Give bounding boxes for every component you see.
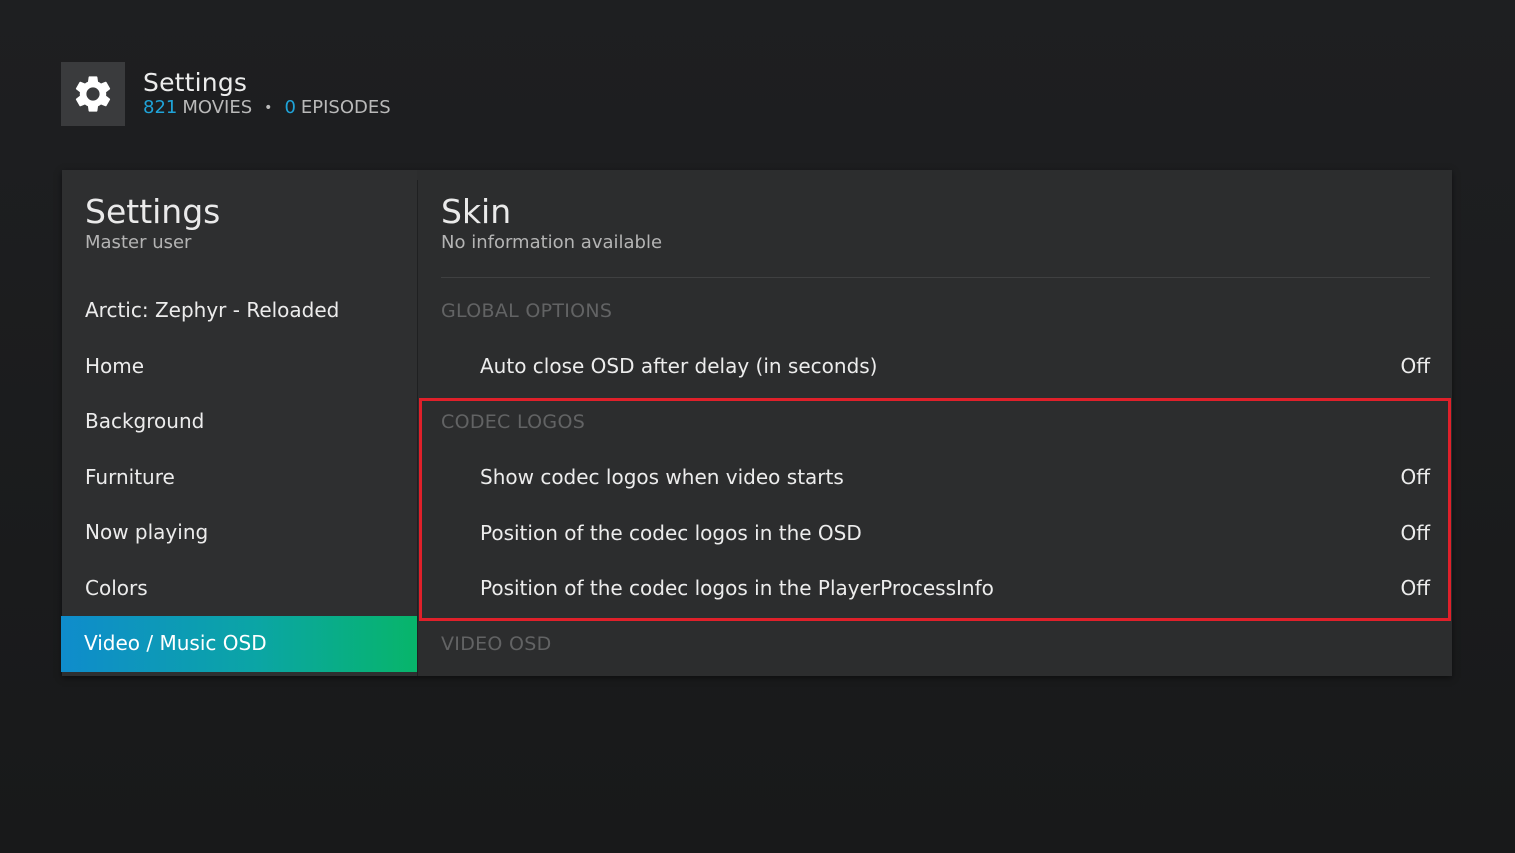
sidebar-item-video-music-osd[interactable]: Video / Music OSD	[61, 616, 417, 672]
section-label: GLOBAL OPTIONS	[441, 299, 613, 322]
setting-label: Position of the codec logos in the OSD	[480, 520, 862, 545]
sidebar-item-arctic-zephyr[interactable]: Arctic: Zephyr - Reloaded	[62, 283, 417, 339]
library-stats: 821 MOVIES • 0 EPISODES	[143, 97, 391, 119]
settings-list: GLOBAL OPTIONS Auto close OSD after dela…	[441, 283, 1430, 672]
setting-value: Off	[1400, 520, 1430, 545]
setting-label: Show codec logos when video starts	[480, 465, 844, 490]
gear-icon	[75, 76, 111, 112]
sidebar-item-now-playing[interactable]: Now playing	[62, 505, 417, 561]
sidebar-item-home[interactable]: Home	[62, 339, 417, 395]
section-label: VIDEO OSD	[441, 632, 552, 655]
header-title: Settings	[143, 68, 248, 97]
content-subtitle: No information available	[441, 232, 663, 253]
header-text: Settings 821 MOVIES • 0 EPISODES	[143, 69, 391, 119]
sidebar: Settings Master user Arctic: Zephyr - Re…	[61, 170, 417, 676]
sidebar-item-colors[interactable]: Colors	[62, 561, 417, 617]
setting-show-codec-logos[interactable]: Show codec logos when video starts Off	[441, 450, 1430, 506]
episodes-label: EPISODES	[300, 97, 391, 118]
settings-content: Skin No information available GLOBAL OPT…	[441, 170, 1431, 676]
setting-label: Auto close OSD after delay (in seconds)	[480, 354, 878, 379]
setting-value: Off	[1400, 576, 1430, 601]
setting-auto-close-osd[interactable]: Auto close OSD after delay (in seconds) …	[441, 339, 1430, 395]
settings-panel: Settings Master user Arctic: Zephyr - Re…	[61, 170, 1452, 676]
section-label: CODEC LOGOS	[441, 410, 586, 433]
setting-codec-logos-position-ppi[interactable]: Position of the codec logos in the Playe…	[441, 561, 1430, 617]
content-title: Skin	[441, 192, 512, 231]
content-divider	[441, 277, 1430, 278]
sidebar-divider	[417, 180, 418, 676]
section-header-global-options: GLOBAL OPTIONS	[441, 283, 1430, 339]
stats-separator: •	[264, 100, 273, 116]
sidebar-title: Settings	[85, 192, 221, 231]
header: Settings 821 MOVIES • 0 EPISODES	[61, 62, 391, 126]
setting-label: Position of the codec logos in the Playe…	[480, 576, 994, 601]
setting-value: Off	[1400, 354, 1430, 379]
sidebar-item-background[interactable]: Background	[62, 394, 417, 450]
sidebar-subtitle: Master user	[85, 232, 192, 253]
section-header-codec-logos: CODEC LOGOS	[441, 394, 1430, 450]
setting-codec-logos-position-osd[interactable]: Position of the codec logos in the OSD O…	[441, 505, 1430, 561]
episodes-count: 0	[284, 97, 296, 118]
sidebar-menu: Arctic: Zephyr - Reloaded Home Backgroun…	[61, 283, 417, 672]
movies-count: 821	[143, 97, 178, 118]
setting-value: Off	[1400, 465, 1430, 490]
settings-header-icon-box	[61, 62, 125, 126]
movies-label: MOVIES	[182, 97, 253, 118]
sidebar-item-furniture[interactable]: Furniture	[62, 450, 417, 506]
section-header-video-osd: VIDEO OSD	[441, 616, 1430, 672]
